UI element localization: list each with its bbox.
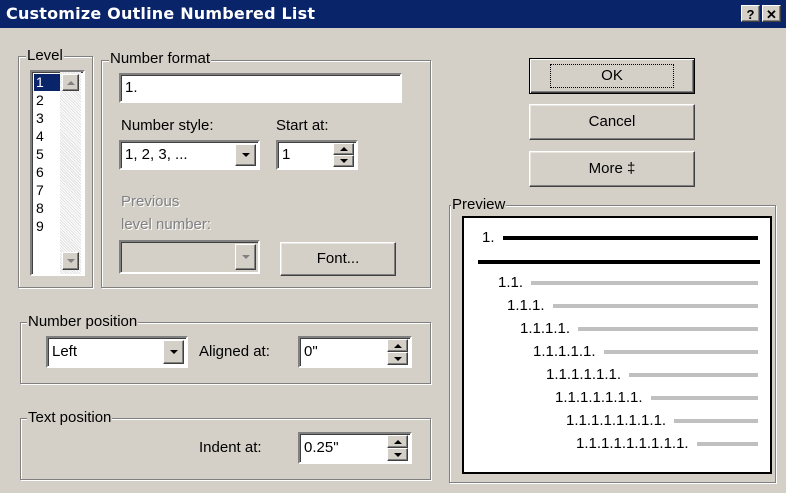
preview-group-label: Preview xyxy=(451,196,507,213)
indent-at-up-button[interactable] xyxy=(387,435,408,448)
arrow-up-icon xyxy=(393,343,402,348)
preview-item-line xyxy=(503,236,758,240)
level-item[interactable]: 8 xyxy=(34,200,60,217)
indent-at-spinner[interactable]: 0.25" xyxy=(298,432,412,464)
preview-item-label: 1.1.1.1.1.1. xyxy=(546,366,622,383)
cancel-button-label: Cancel xyxy=(588,113,636,130)
number-style-dropdown-button[interactable] xyxy=(235,144,256,166)
preview-item-line xyxy=(553,304,758,308)
level-item[interactable]: 1 xyxy=(34,74,60,91)
font-button[interactable]: Font... xyxy=(280,242,396,276)
ok-button-label: OK xyxy=(550,64,674,88)
number-alignment-value: Left xyxy=(52,343,78,360)
ok-button[interactable]: OK xyxy=(529,58,695,94)
number-alignment-select[interactable]: Left xyxy=(46,336,188,368)
number-format-input[interactable]: 1. xyxy=(119,73,402,103)
arrow-down-icon xyxy=(393,356,402,361)
arrow-down-icon xyxy=(393,452,402,457)
level-group-label: Level xyxy=(26,47,64,64)
arrow-down-icon xyxy=(339,159,348,163)
preview-item-line xyxy=(651,396,758,400)
preview-item-label: 1.1.1.1.1.1.1.1. xyxy=(566,412,667,429)
close-icon: ✕ xyxy=(766,7,777,22)
arrow-down-icon xyxy=(66,259,75,263)
scroll-up-button[interactable] xyxy=(62,74,79,91)
aligned-at-label: Aligned at: xyxy=(199,343,270,360)
preview-item-line xyxy=(604,350,758,354)
arrow-up-icon xyxy=(66,80,75,85)
preview-item-label: 1.1.1.1.1.1.1. xyxy=(555,389,643,406)
cancel-button[interactable]: Cancel xyxy=(529,104,695,140)
aligned-at-up-button[interactable] xyxy=(387,339,408,352)
chevron-down-icon xyxy=(241,153,250,157)
chevron-down-icon xyxy=(241,255,250,259)
more-button-label: More ‡ xyxy=(588,160,636,177)
level-item[interactable]: 7 xyxy=(34,182,60,199)
start-at-value: 1 xyxy=(282,146,291,163)
number-position-group-label: Number position xyxy=(27,313,139,330)
number-style-value: 1, 2, 3, ... xyxy=(125,146,188,163)
level-item[interactable]: 3 xyxy=(34,110,60,127)
start-at-down-button[interactable] xyxy=(333,155,354,167)
scroll-down-button[interactable] xyxy=(62,252,79,270)
start-at-spinner[interactable]: 1 xyxy=(276,140,358,170)
preview-item-label: 1.1.1. xyxy=(507,297,545,314)
indent-at-value: 0.25" xyxy=(304,439,339,456)
previous-level-select[interactable] xyxy=(119,240,260,274)
level-item[interactable]: 9 xyxy=(34,218,60,235)
previous-level-label-2: level number: xyxy=(121,216,212,233)
level-item[interactable]: 2 xyxy=(34,92,60,109)
level-item[interactable]: 4 xyxy=(34,128,60,145)
aligned-at-value: 0" xyxy=(304,343,318,360)
level-item[interactable]: 6 xyxy=(34,164,60,181)
number-style-select[interactable]: 1, 2, 3, ... xyxy=(119,140,260,170)
preview-item-label: 1.1.1.1.1. xyxy=(533,343,596,360)
level-listbox[interactable]: 123456789 xyxy=(30,70,85,276)
chevron-down-icon xyxy=(169,350,178,354)
indent-at-down-button[interactable] xyxy=(387,448,408,461)
number-style-label: Number style: xyxy=(121,117,214,134)
preview-item-label: 1.1. xyxy=(498,274,524,291)
aligned-at-down-button[interactable] xyxy=(387,352,408,365)
font-button-label: Font... xyxy=(316,250,360,267)
previous-level-dropdown-button[interactable] xyxy=(235,244,256,270)
preview-item-line xyxy=(674,419,758,423)
number-format-group-label: Number format xyxy=(109,50,212,67)
arrow-up-icon xyxy=(393,439,402,444)
aligned-at-spinner[interactable]: 0" xyxy=(298,336,412,368)
start-at-up-button[interactable] xyxy=(333,143,354,155)
level-item[interactable]: 5 xyxy=(34,146,60,163)
number-format-value: 1. xyxy=(125,79,138,96)
help-button[interactable]: ? xyxy=(741,5,760,22)
title-bar: Customize Outline Numbered List ? ✕ xyxy=(0,0,786,28)
preview-pane: 1. 1.1. 1.1.1. 1.1.1.1. 1.1.1.1.1. 1.1.1.1.1.… xyxy=(462,216,772,474)
preview-item-line xyxy=(578,327,758,331)
window-title: Customize Outline Numbered List xyxy=(6,4,316,23)
previous-level-label-1: Previous xyxy=(121,193,180,210)
preview-item-label: 1.1.1.1.1.1.1.1.1. xyxy=(576,435,689,452)
start-at-label: Start at: xyxy=(276,117,329,134)
preview-body-line xyxy=(478,260,760,264)
preview-item-line xyxy=(531,281,758,285)
more-button[interactable]: More ‡ xyxy=(529,151,695,187)
arrow-up-icon xyxy=(339,147,348,151)
text-position-group-label: Text position xyxy=(27,409,113,426)
number-alignment-dropdown-button[interactable] xyxy=(163,340,184,364)
indent-at-label: Indent at: xyxy=(199,439,262,456)
preview-item-label: 1. xyxy=(482,229,495,246)
level-scrollbar[interactable] xyxy=(60,72,81,274)
preview-item-line xyxy=(697,442,758,446)
close-button[interactable]: ✕ xyxy=(762,5,781,22)
preview-item-label: 1.1.1.1. xyxy=(520,320,571,337)
preview-item-line xyxy=(629,373,758,377)
